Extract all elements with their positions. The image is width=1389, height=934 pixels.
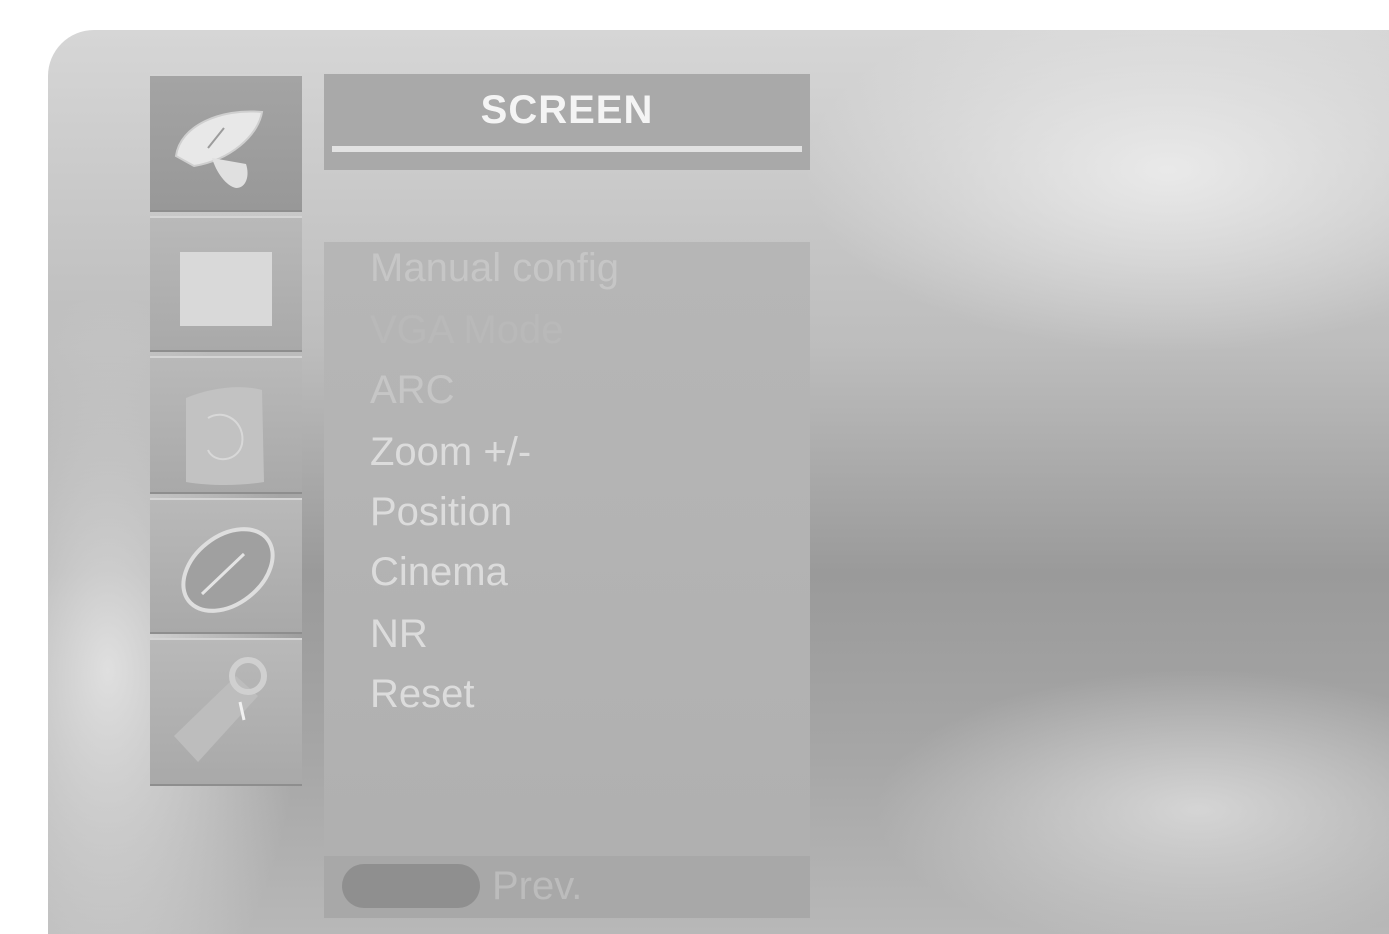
- menu-title: SCREEN: [480, 88, 654, 132]
- menu-item-zoom[interactable]: Zoom +/-: [370, 430, 531, 475]
- sidebar-tab-sound[interactable]: [150, 356, 302, 494]
- option-icon: [174, 657, 267, 762]
- sidebar-tab-setup[interactable]: [150, 74, 302, 212]
- menu-item-manual-config[interactable]: Manual config: [370, 246, 619, 291]
- menu-item-reset[interactable]: Reset: [370, 672, 475, 717]
- menu-title-bar: SCREEN: [324, 74, 810, 170]
- menu-items-panel: Manual config VGA Mode ARC Zoom +/- Posi…: [324, 242, 810, 848]
- picture-icon: [180, 252, 272, 326]
- menu-footer: Prev.: [324, 856, 810, 918]
- sound-icon: [186, 387, 264, 485]
- sidebar-tab-option[interactable]: [150, 638, 302, 786]
- menu-item-position[interactable]: Position: [370, 490, 512, 535]
- sidebar-tab-time[interactable]: [150, 498, 302, 634]
- title-underline: [332, 146, 802, 152]
- menu-item-arc[interactable]: ARC: [370, 368, 454, 413]
- menu-key-button[interactable]: [342, 864, 480, 908]
- prev-label: Prev.: [492, 864, 583, 908]
- sidebar-tab-picture[interactable]: [150, 216, 302, 352]
- menu-item-cinema[interactable]: Cinema: [370, 550, 508, 595]
- osd-menu-frame: SCREEN Manual config VGA Mode ARC Zoom +…: [48, 30, 1389, 934]
- time-icon: [181, 527, 275, 613]
- satellite-dish-icon: [174, 110, 264, 188]
- menu-item-vga-mode[interactable]: VGA Mode: [370, 308, 563, 353]
- menu-item-nr[interactable]: NR: [370, 612, 428, 657]
